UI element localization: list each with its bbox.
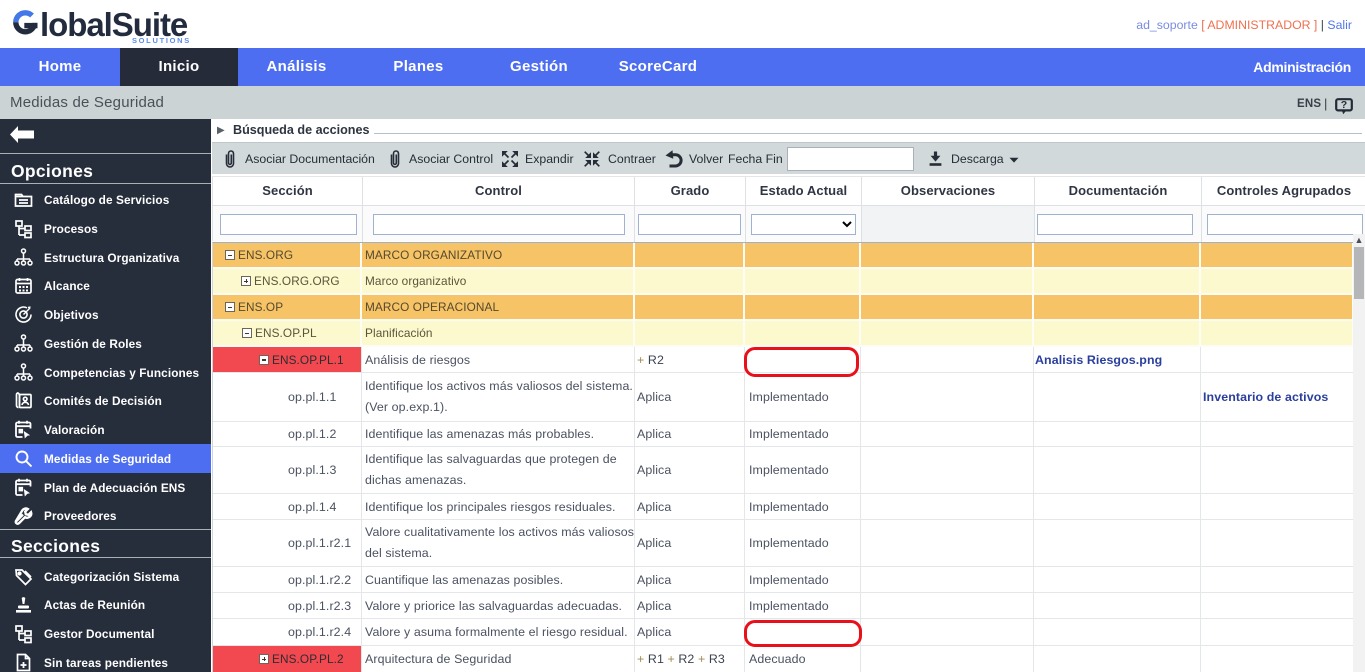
- svg-text:?: ?: [1341, 99, 1347, 111]
